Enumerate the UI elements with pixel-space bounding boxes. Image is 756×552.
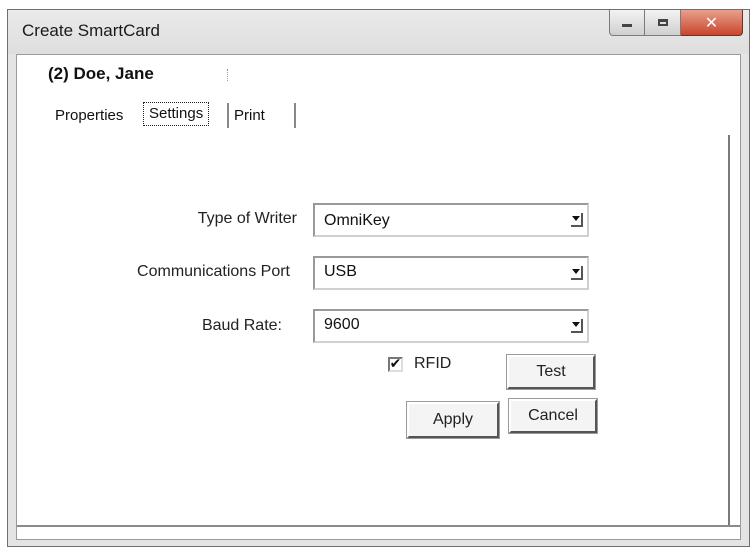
tab-divider bbox=[294, 103, 296, 128]
checkmark-icon: ✔ bbox=[389, 356, 402, 372]
writer-type-label: Type of Writer bbox=[197, 210, 297, 227]
baud-rate-value: 9600 bbox=[324, 316, 360, 333]
tab-print[interactable]: Print bbox=[234, 107, 265, 124]
chevron-down-icon[interactable] bbox=[571, 319, 583, 333]
cardholder-heading: (2) Doe, Jane bbox=[48, 64, 154, 83]
writer-type-value: OmniKey bbox=[324, 212, 390, 229]
apply-button[interactable]: Apply bbox=[406, 401, 500, 439]
heading-divider bbox=[227, 69, 229, 81]
dialog-client-area: (2) Doe, Jane Properties Settings Print … bbox=[16, 54, 741, 540]
rfid-label[interactable]: RFID bbox=[414, 355, 451, 373]
window-title: Create SmartCard bbox=[22, 21, 160, 40]
baud-rate-label: Baud Rate: bbox=[201, 317, 282, 334]
tab-properties[interactable]: Properties bbox=[55, 107, 123, 124]
communications-port-value: USB bbox=[324, 263, 357, 280]
test-button[interactable]: Test bbox=[506, 354, 596, 390]
create-smartcard-window: Create SmartCard ✕ (2) Doe, Jane Propert… bbox=[7, 9, 750, 547]
maximize-icon bbox=[657, 19, 668, 26]
close-icon: ✕ bbox=[704, 13, 719, 32]
chevron-down-icon[interactable] bbox=[571, 213, 583, 227]
tab-divider bbox=[227, 103, 229, 128]
minimize-icon bbox=[622, 24, 632, 27]
rfid-checkbox[interactable]: ✔ bbox=[388, 357, 403, 372]
close-button[interactable]: ✕ bbox=[681, 10, 743, 36]
tab-strip: Properties Settings Print bbox=[17, 101, 307, 131]
cancel-button[interactable]: Cancel bbox=[508, 398, 598, 434]
caption-buttons: ✕ bbox=[609, 10, 743, 40]
tab-settings[interactable]: Settings bbox=[143, 102, 210, 126]
dialog-bottom-divider bbox=[17, 525, 740, 527]
minimize-button[interactable] bbox=[609, 10, 645, 36]
chevron-down-icon[interactable] bbox=[571, 266, 583, 280]
communications-port-select[interactable]: USB bbox=[313, 256, 589, 290]
writer-type-select[interactable]: OmniKey bbox=[313, 203, 589, 237]
title-bar[interactable]: Create SmartCard ✕ bbox=[8, 10, 749, 54]
communications-port-label: Communications Port bbox=[137, 263, 290, 280]
panel-right-border bbox=[728, 135, 730, 525]
baud-rate-select[interactable]: 9600 bbox=[313, 309, 589, 343]
maximize-button[interactable] bbox=[645, 10, 681, 36]
